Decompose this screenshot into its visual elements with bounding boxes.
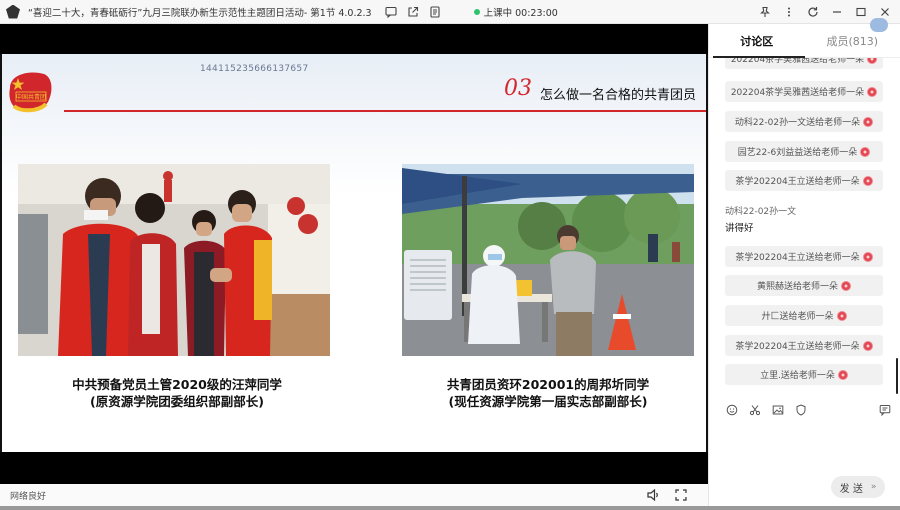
gift-message: 茶学202204王立送给老师一朵 bbox=[725, 170, 883, 191]
send-button-label: 发 送 bbox=[839, 483, 863, 495]
gift-message-text: 202204茶学吴雅茜送给老师一朵 bbox=[730, 88, 865, 98]
caption-left-line1: 中共预备党员土管2020级的汪萍同学 bbox=[72, 377, 282, 392]
svg-text:中国共青团: 中国共青团 bbox=[16, 93, 46, 101]
caption-right: 共青团员资环202001的周邦圻同学 (现任资源学院第一届实志部副部长) bbox=[402, 376, 694, 410]
letterbox-bottom bbox=[0, 452, 708, 484]
gift-message: 茶学202204王立送给老师一朵 bbox=[725, 246, 883, 267]
title-bar: “喜迎二十大，青春砥砺行”九月三院联办新生示范性主题团日活动- 第1节 4.0.… bbox=[0, 0, 900, 24]
caption-left: 中共预备党员土管2020级的汪萍同学 (原资源学院团委组织部副部长) bbox=[42, 376, 312, 410]
app-logo-icon bbox=[6, 4, 20, 19]
live-status-text: 上课中 00:23:00 bbox=[483, 7, 558, 19]
notification-badge[interactable] bbox=[870, 18, 888, 32]
caption-left-line2: (原资源学院团委组织部副部长) bbox=[90, 394, 264, 409]
fullscreen-icon[interactable] bbox=[674, 487, 688, 506]
heading-divider bbox=[64, 110, 706, 112]
flower-icon bbox=[862, 340, 873, 351]
gift-message-text: 茶学202204王立送给老师一朵 bbox=[735, 177, 860, 187]
chat-scrollbar[interactable] bbox=[896, 358, 898, 394]
gift-message-text: 茶学202204王立送给老师一朵 bbox=[735, 342, 860, 352]
participant-strip bbox=[0, 506, 900, 510]
photo-testing-site bbox=[402, 164, 694, 356]
flower-icon bbox=[862, 251, 873, 262]
message-text: 讲得好 bbox=[725, 223, 754, 234]
presentation-slide: 144115235666137657 中国共青团 03 怎么做一名合格的共青团员 bbox=[2, 54, 706, 452]
sidebar-tabs: 讨论区 成员(813) bbox=[709, 18, 900, 58]
flower-icon bbox=[867, 58, 878, 64]
youth-league-emblem-icon: 中国共青团 bbox=[9, 72, 52, 113]
slide-section-number: 03 bbox=[504, 76, 532, 101]
send-button[interactable]: 发 送 » bbox=[831, 476, 885, 498]
status-bar: 网络良好 bbox=[0, 484, 708, 506]
flower-icon bbox=[862, 175, 873, 186]
gift-message-text: 动科22-02孙一文送给老师一朵 bbox=[734, 118, 861, 128]
minimize-icon[interactable] bbox=[828, 3, 846, 21]
gift-message: 动科22-02孙一文送给老师一朵 bbox=[725, 111, 883, 132]
emoji-icon[interactable] bbox=[725, 404, 738, 417]
flower-icon bbox=[860, 146, 871, 157]
shield-icon[interactable] bbox=[794, 404, 807, 417]
letterbox-top bbox=[0, 24, 708, 54]
network-status: 网络良好 bbox=[10, 491, 47, 502]
maximize-icon[interactable] bbox=[852, 3, 870, 21]
flower-icon bbox=[863, 116, 874, 127]
message-sender: 动科22-02孙一文 bbox=[725, 207, 797, 217]
gift-message-text: 廾匚送给老师一朵 bbox=[761, 312, 834, 322]
tab-discussion[interactable]: 讨论区 bbox=[709, 24, 805, 57]
pin-icon[interactable] bbox=[756, 3, 774, 21]
flower-icon bbox=[836, 310, 847, 321]
share-out-icon[interactable] bbox=[404, 3, 422, 21]
gift-message: 202204茶学吴雅茜送给老师一朵 bbox=[725, 58, 883, 69]
image-icon[interactable] bbox=[771, 404, 784, 417]
flower-icon bbox=[841, 280, 851, 291]
gift-message: 廾匚送给老师一朵 bbox=[725, 305, 883, 326]
chat-feed[interactable]: 202204茶学吴雅茜送给老师一朵 202204茶学吴雅茜送给老师一朵 动科22… bbox=[709, 58, 900, 398]
classroom-window: “喜迎二十大，青春砥砺行”九月三院联办新生示范性主题团日活动- 第1节 4.0.… bbox=[0, 0, 900, 510]
gift-message: 园艺22-6刘益益送给老师一朵 bbox=[725, 141, 883, 162]
gift-message-text: 黄熙赫送给老师一朵 bbox=[756, 282, 838, 292]
chat-bubble-icon[interactable] bbox=[382, 3, 400, 21]
gift-message: 202204茶学吴雅茜送给老师一朵 bbox=[725, 81, 883, 102]
slide-heading: 怎么做一名合格的共青团员 bbox=[540, 88, 697, 103]
discussion-sidebar: 讨论区 成员(813) 202204茶学吴雅茜送给老师一朵 202204茶学吴雅… bbox=[708, 18, 900, 506]
gift-message-text: 茶学202204王立送给老师一朵 bbox=[735, 253, 860, 263]
flower-icon bbox=[837, 369, 848, 380]
flower-icon bbox=[867, 86, 878, 97]
gift-message: 茶学202204王立送给老师一朵 bbox=[725, 335, 883, 356]
gift-message: 黄熙赫送给老师一朵 bbox=[725, 275, 883, 296]
volume-icon[interactable] bbox=[646, 487, 660, 506]
gift-message-text: 园艺22-6刘益益送给老师一朵 bbox=[737, 148, 858, 158]
gift-message-text: 202204茶学吴雅茜送给老师一朵 bbox=[730, 58, 865, 65]
scissors-icon[interactable] bbox=[748, 404, 761, 417]
more-menu-icon[interactable] bbox=[780, 3, 798, 21]
caption-right-line2: (现任资源学院第一届实志部副部长) bbox=[448, 394, 648, 409]
document-icon[interactable] bbox=[426, 3, 444, 21]
chat-toolbar bbox=[725, 402, 891, 418]
video-stage: 144115235666137657 中国共青团 03 怎么做一名合格的共青团员 bbox=[0, 24, 708, 484]
chat-bubble-icon[interactable] bbox=[878, 404, 891, 417]
refresh-icon[interactable] bbox=[804, 3, 822, 21]
live-status: 上课中 00:23:00 bbox=[473, 5, 558, 19]
gift-message: 立里.送给老师一朵 bbox=[725, 364, 883, 385]
send-arrow-icon: » bbox=[870, 482, 877, 492]
photo-volunteers bbox=[18, 164, 330, 356]
window-title: “喜迎二十大，青春砥砺行”九月三院联办新生示范性主题团日活动- 第1节 4.0.… bbox=[28, 7, 372, 19]
live-dot-icon bbox=[473, 8, 480, 15]
gift-message-text: 立里.送给老师一朵 bbox=[760, 371, 835, 381]
caption-right-line1: 共青团员资环202001的周邦圻同学 bbox=[446, 377, 650, 392]
player-controls bbox=[646, 487, 688, 506]
watermark-id: 144115235666137657 bbox=[200, 64, 309, 74]
